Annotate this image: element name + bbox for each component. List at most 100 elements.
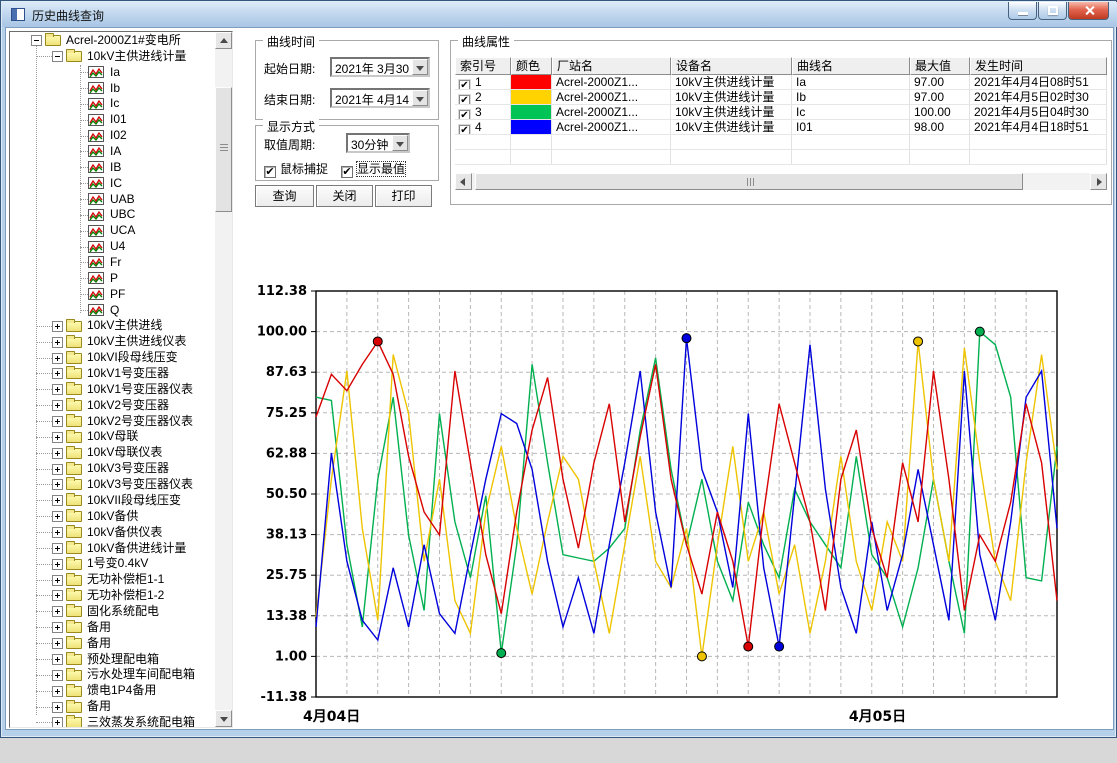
expand-plus-icon[interactable]	[52, 432, 63, 443]
mouse-capture-checkbox[interactable]: ✔鼠标捕捉	[264, 160, 328, 178]
tree-item-IC[interactable]: IC	[10, 176, 215, 192]
table-row[interactable]: ✔1Acrel-2000Z1...10kV主供进线计量Ia97.002021年4…	[455, 75, 1107, 90]
tree-item-预处理配电箱[interactable]: 预处理配电箱	[10, 652, 215, 668]
expand-plus-icon[interactable]	[52, 559, 63, 570]
scroll-up-button[interactable]	[215, 32, 232, 49]
column-header-颜色[interactable]: 颜色	[511, 57, 552, 75]
table-row[interactable]: ✔4Acrel-2000Z1...10kV主供进线计量I0198.002021年…	[455, 120, 1107, 135]
expand-plus-icon[interactable]	[52, 495, 63, 506]
column-header-索引号[interactable]: 索引号	[455, 57, 511, 75]
row-checkbox[interactable]: ✔	[459, 95, 470, 105]
start-date-dropdown-button[interactable]	[412, 59, 428, 75]
row-checkbox[interactable]: ✔	[459, 110, 470, 120]
expand-plus-icon[interactable]	[52, 384, 63, 395]
tree-item-备用[interactable]: 备用	[10, 636, 215, 652]
end-date-combobox[interactable]: 2021年 4月14	[330, 88, 430, 108]
tree-item-I01[interactable]: I01	[10, 112, 215, 128]
tree-item-污水处理车间配电箱[interactable]: 污水处理车间配电箱	[10, 667, 215, 683]
tree-item-Acrel-2000Z1#变电所[interactable]: Acrel-2000Z1#变电所	[10, 33, 215, 49]
tree-scrollbar[interactable]	[215, 32, 232, 727]
tree-item-PF[interactable]: PF	[10, 287, 215, 303]
close-button[interactable]	[1068, 2, 1109, 20]
collapse-minus-icon[interactable]	[31, 35, 42, 46]
tree-item-10kV1号变压器仪表[interactable]: 10kV1号变压器仪表	[10, 382, 215, 398]
expand-plus-icon[interactable]	[52, 337, 63, 348]
tree-item-固化系统配电[interactable]: 固化系统配电	[10, 604, 215, 620]
row-checkbox[interactable]: ✔	[459, 80, 470, 90]
tree-item-UBC[interactable]: UBC	[10, 207, 215, 223]
expand-plus-icon[interactable]	[52, 686, 63, 697]
expand-plus-icon[interactable]	[52, 670, 63, 681]
minimize-button[interactable]	[1008, 2, 1037, 20]
expand-plus-icon[interactable]	[52, 464, 63, 475]
close-dialog-button[interactable]: 关闭	[316, 185, 373, 207]
column-header-曲线名[interactable]: 曲线名	[792, 57, 910, 75]
tree-item-10kV主供进线计量[interactable]: 10kV主供进线计量	[10, 49, 215, 65]
index-cell[interactable]: ✔1	[455, 75, 511, 90]
tree-scrollbar-thumb[interactable]	[215, 87, 232, 212]
expand-plus-icon[interactable]	[52, 702, 63, 713]
expand-plus-icon[interactable]	[52, 622, 63, 633]
expand-plus-icon[interactable]	[52, 400, 63, 411]
tree-item-无功补偿柜1-1[interactable]: 无功补偿柜1-1	[10, 572, 215, 588]
tree-item-UCA[interactable]: UCA	[10, 223, 215, 239]
tree-item-无功补偿柜1-2[interactable]: 无功补偿柜1-2	[10, 588, 215, 604]
tree-item-10kV备供[interactable]: 10kV备供	[10, 509, 215, 525]
tree-item-IB[interactable]: IB	[10, 160, 215, 176]
tree-item-10kV3号变压器仪表[interactable]: 10kV3号变压器仪表	[10, 477, 215, 493]
column-header-发生时间[interactable]: 发生时间	[970, 57, 1107, 75]
tree-item-IA[interactable]: IA	[10, 144, 215, 160]
scroll-left-button[interactable]	[455, 173, 472, 190]
expand-plus-icon[interactable]	[52, 321, 63, 332]
row-checkbox[interactable]: ✔	[459, 125, 470, 135]
scroll-right-button[interactable]	[1090, 173, 1107, 190]
index-cell[interactable]: ✔4	[455, 120, 511, 135]
expand-plus-icon[interactable]	[52, 448, 63, 459]
tree-item-10kVI段母线压变[interactable]: 10kVI段母线压变	[10, 350, 215, 366]
collapse-minus-icon[interactable]	[52, 51, 63, 62]
tree-item-三效蒸发系统配电箱[interactable]: 三效蒸发系统配电箱	[10, 715, 215, 727]
expand-plus-icon[interactable]	[52, 479, 63, 490]
table-row[interactable]: ✔2Acrel-2000Z1...10kV主供进线计量Ib97.002021年4…	[455, 90, 1107, 105]
period-combobox[interactable]: 30分钟	[346, 133, 410, 153]
tree-item-10kV1号变压器[interactable]: 10kV1号变压器	[10, 366, 215, 382]
column-header-设备名[interactable]: 设备名	[671, 57, 792, 75]
end-date-dropdown-button[interactable]	[412, 90, 428, 106]
tree-item-Ic[interactable]: Ic	[10, 96, 215, 112]
tree-item-Fr[interactable]: Fr	[10, 255, 215, 271]
tree-item-U4[interactable]: U4	[10, 239, 215, 255]
tree-item-Ia[interactable]: Ia	[10, 65, 215, 81]
tree-item-1号变0.4kV[interactable]: 1号变0.4kV	[10, 556, 215, 572]
expand-plus-icon[interactable]	[52, 717, 63, 727]
tree-item-UAB[interactable]: UAB	[10, 192, 215, 208]
tree-item-I02[interactable]: I02	[10, 128, 215, 144]
tree-item-10kV备供仪表[interactable]: 10kV备供仪表	[10, 525, 215, 541]
tree-item-备用[interactable]: 备用	[10, 620, 215, 636]
tree-item-10kV母联仪表[interactable]: 10kV母联仪表	[10, 445, 215, 461]
expand-plus-icon[interactable]	[52, 606, 63, 617]
trend-chart[interactable]: 112.38100.0087.6375.2562.8850.5038.1325.…	[246, 261, 1117, 758]
tree-item-Ib[interactable]: Ib	[10, 81, 215, 97]
expand-plus-icon[interactable]	[52, 527, 63, 538]
expand-plus-icon[interactable]	[52, 638, 63, 649]
tree-item-备用[interactable]: 备用	[10, 699, 215, 715]
tree-item-10kV母联[interactable]: 10kV母联	[10, 429, 215, 445]
expand-plus-icon[interactable]	[52, 368, 63, 379]
table-row[interactable]: ✔3Acrel-2000Z1...10kV主供进线计量Ic100.002021年…	[455, 105, 1107, 120]
title-bar[interactable]: 历史曲线查询	[2, 2, 1117, 27]
scroll-down-button[interactable]	[215, 710, 232, 727]
show-extremes-checkbox[interactable]: ✔显示最值	[341, 160, 405, 178]
expand-plus-icon[interactable]	[52, 575, 63, 586]
tree-item-Q[interactable]: Q	[10, 303, 215, 319]
maximize-button[interactable]	[1038, 2, 1067, 20]
query-button[interactable]: 查询	[255, 185, 314, 207]
expand-plus-icon[interactable]	[52, 543, 63, 554]
column-header-最大值[interactable]: 最大值	[910, 57, 970, 75]
tree-item-10kV主供进线仪表[interactable]: 10kV主供进线仪表	[10, 334, 215, 350]
expand-plus-icon[interactable]	[52, 416, 63, 427]
column-header-厂站名[interactable]: 厂站名	[552, 57, 671, 75]
expand-plus-icon[interactable]	[52, 654, 63, 665]
tree-item-10kV2号变压器仪表[interactable]: 10kV2号变压器仪表	[10, 414, 215, 430]
period-dropdown-button[interactable]	[392, 135, 408, 151]
tree-item-10kV备供进线计量[interactable]: 10kV备供进线计量	[10, 541, 215, 557]
